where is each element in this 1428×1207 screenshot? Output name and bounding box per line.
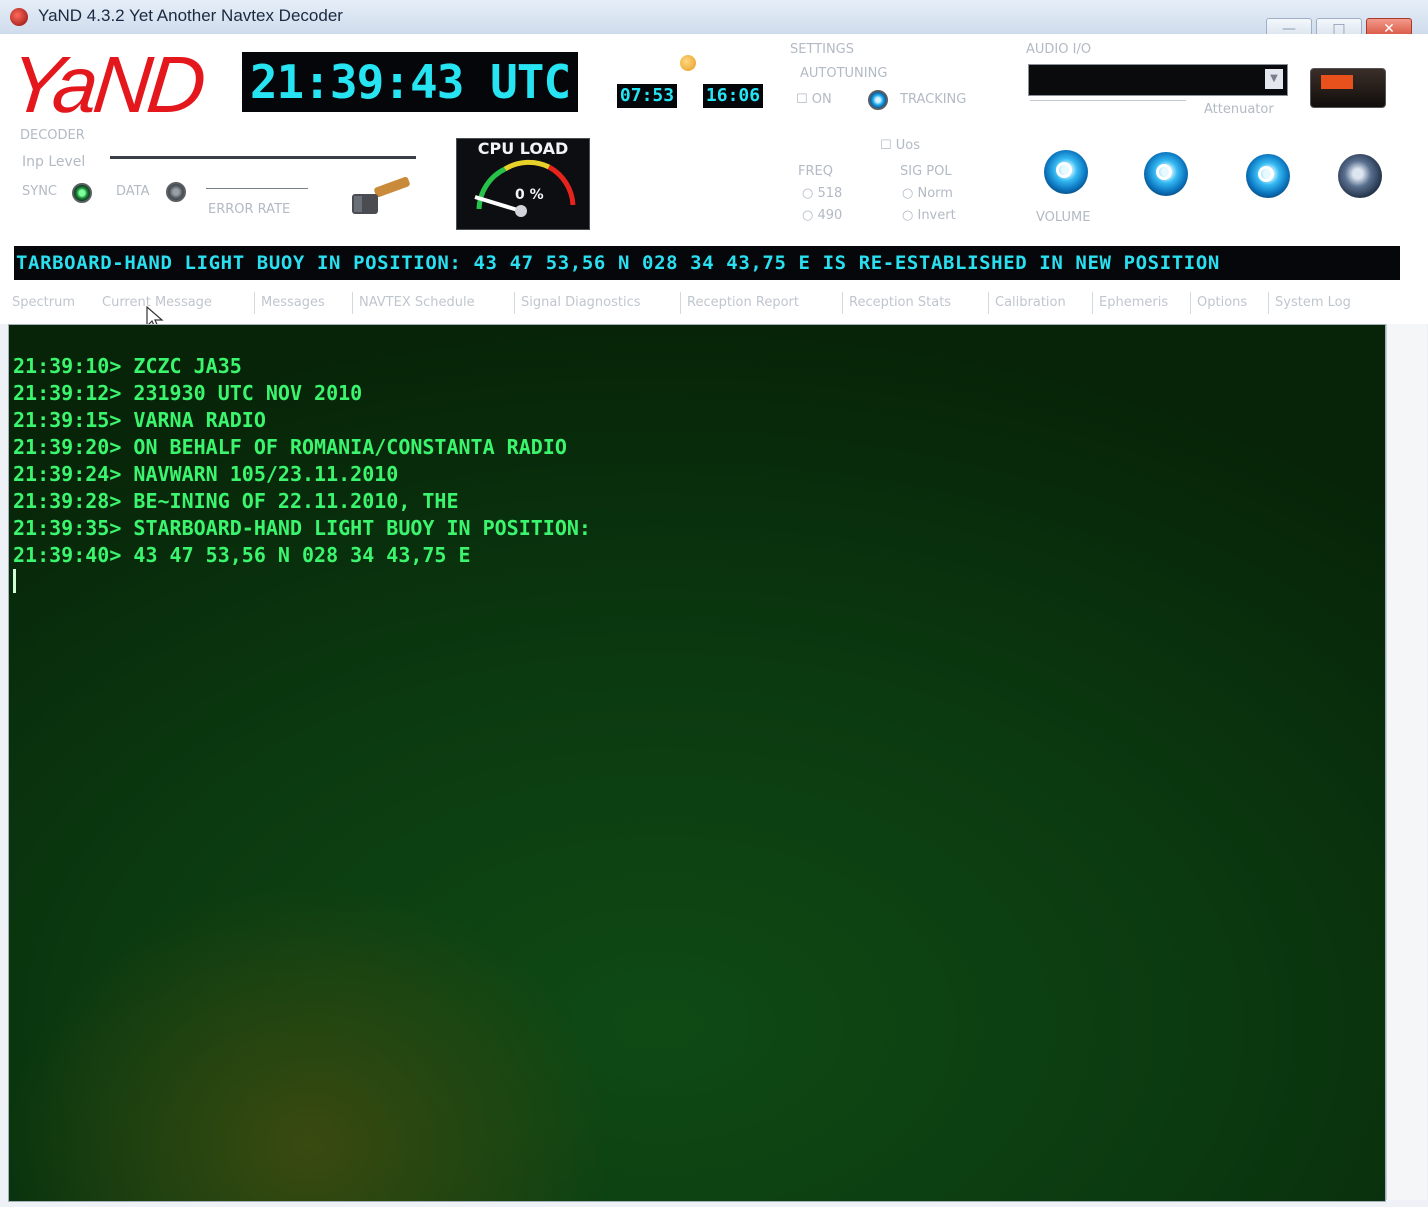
console-line: 21:39:20> ON BEHALF OF ROMANIA/CONSTANTA… — [13, 435, 567, 459]
decoder-section-label: DECODER — [20, 128, 85, 143]
tracking-label: TRACKING — [900, 92, 967, 107]
console-line: 21:39:12> 231930 UTC NOV 2010 — [13, 381, 363, 405]
window-title: YaND 4.3.2 Yet Another Navtex Decoder — [38, 6, 343, 25]
level-knob-icon[interactable] — [1144, 152, 1188, 196]
sunset-time: 16:06 — [703, 84, 763, 108]
audio-section-label: AUDIO I/O — [1026, 42, 1092, 57]
inp-level-slider[interactable] — [110, 156, 416, 159]
balance-knob-icon[interactable] — [1246, 154, 1290, 198]
title-bar: YaND 4.3.2 Yet Another Navtex Decoder — … — [0, 0, 1428, 42]
error-rate-label: ERROR RATE — [208, 202, 291, 217]
tab-messages[interactable]: Messages — [254, 292, 331, 314]
tab-options[interactable]: Options — [1190, 292, 1253, 314]
tab-spectrum[interactable]: Spectrum — [6, 292, 81, 314]
cpu-load-gauge: CPU LOAD 0 % — [456, 138, 590, 230]
console-line: 21:39:15> VARNA RADIO — [13, 408, 266, 432]
console-line: 21:39:35> STARBOARD-HAND LIGHT BUOY IN P… — [13, 516, 591, 540]
console-lines: 21:39:10> ZCZC JA35 21:39:12> 231930 UTC … — [13, 353, 591, 569]
hammer-icon[interactable] — [348, 176, 412, 222]
norm-label: Norm — [917, 186, 953, 201]
freq-518-label: 518 — [817, 186, 843, 201]
gauge-dial-icon — [474, 159, 576, 217]
sig-pol-label: SIG POL — [900, 164, 952, 179]
console-line: 21:39:24> NAVWARN 105/23.11.2010 — [13, 462, 399, 486]
console-line: 21:39:28> BE~INING OF 22.11.2010, THE — [13, 489, 459, 513]
radio-receiver-icon[interactable] — [1310, 68, 1386, 108]
speaker-icon[interactable] — [1338, 154, 1382, 198]
attenuator-slider[interactable] — [1030, 100, 1186, 101]
autotuning-label: AUTOTUNING — [800, 66, 888, 81]
invert-label: Invert — [917, 208, 956, 223]
tab-bar: Spectrum Current Message Messages NAVTEX… — [0, 286, 1428, 322]
freq-label: FREQ — [798, 164, 833, 179]
tab-calibration[interactable]: Calibration — [988, 292, 1072, 314]
autotuning-on-checkbox[interactable]: ☐ ON — [796, 92, 832, 107]
tab-signal-diagnostics[interactable]: Signal Diagnostics — [514, 292, 647, 314]
message-ticker: TARBOARD-HAND LIGHT BUOY IN POSITION: 43… — [14, 246, 1400, 280]
freq-490-label: 490 — [817, 208, 843, 223]
sync-label: SYNC — [22, 184, 57, 199]
radio-display — [1321, 75, 1353, 89]
cpu-load-value: 0 % — [515, 187, 544, 203]
console-line: 21:39:40> 43 47 53,56 N 028 34 43,75 E — [13, 543, 471, 567]
tab-system-log[interactable]: System Log — [1268, 292, 1357, 314]
message-console[interactable]: 21:39:10> ZCZC JA35 21:39:12> 231930 UTC … — [8, 324, 1386, 1202]
inp-level-label: Inp Level — [22, 154, 86, 170]
ticker-text: TARBOARD-HAND LIGHT BUOY IN POSITION: 43… — [16, 252, 1220, 274]
data-indicator-icon — [166, 182, 186, 202]
tab-reception-stats[interactable]: Reception Stats — [842, 292, 957, 314]
volume-label: VOLUME — [1036, 210, 1091, 225]
tracking-indicator-icon — [868, 90, 888, 110]
volume-knob-icon[interactable] — [1044, 150, 1088, 194]
data-label: DATA — [116, 184, 150, 199]
audio-device-select[interactable]: ▼ — [1028, 64, 1288, 96]
app-icon — [10, 8, 28, 26]
tab-navtex-schedule[interactable]: NAVTEX Schedule — [352, 292, 481, 314]
on-label: ON — [811, 92, 832, 107]
settings-section-label: SETTINGS — [790, 42, 855, 57]
tab-reception-report[interactable]: Reception Report — [680, 292, 805, 314]
uos-label: Uos — [895, 138, 921, 153]
attenuator-label: Attenuator — [1204, 102, 1274, 117]
freq-518-radio[interactable]: ○ 518 — [802, 186, 842, 201]
uos-checkbox[interactable]: ☐ Uos — [880, 138, 920, 153]
invert-radio[interactable]: ○ Invert — [902, 208, 956, 223]
chevron-down-icon[interactable]: ▼ — [1265, 69, 1283, 89]
tab-ephemeris[interactable]: Ephemeris — [1092, 292, 1174, 314]
utc-clock: 21:39:43 UTC — [242, 52, 578, 112]
freq-490-radio[interactable]: ○ 490 — [802, 208, 842, 223]
console-line: 21:39:10> ZCZC JA35 — [13, 354, 242, 378]
norm-radio[interactable]: ○ Norm — [902, 186, 953, 201]
error-rate-bar — [206, 188, 308, 189]
text-caret — [13, 569, 16, 593]
sunrise-time: 07:53 — [617, 84, 677, 108]
sun-icon — [680, 55, 696, 71]
console-scrollbar[interactable] — [1386, 324, 1427, 1200]
yand-logo: YaND — [5, 40, 207, 129]
sync-indicator-icon — [72, 183, 92, 203]
